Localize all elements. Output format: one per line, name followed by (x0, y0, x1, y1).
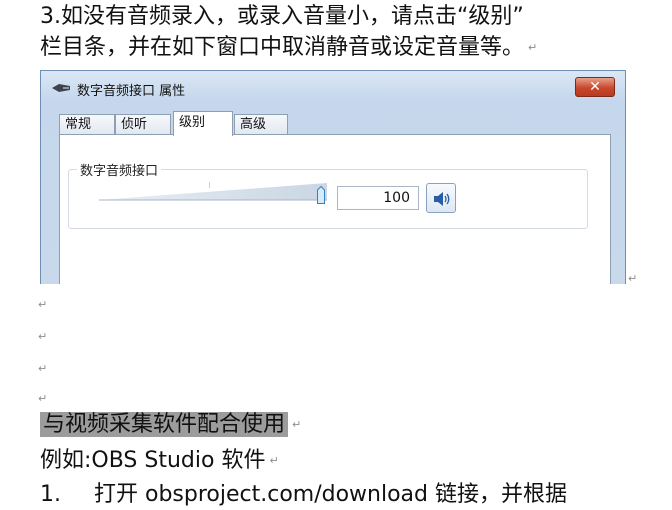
levels-panel: 数字音频接口 100 (59, 134, 611, 284)
tab-general[interactable]: 常规 (59, 114, 115, 134)
mute-button[interactable] (426, 183, 456, 213)
dialog-title: 数字音频接口 属性 (77, 84, 186, 99)
doc-step1-line: 1. 打开 obsproject.com/download 链接，并根据 (40, 480, 567, 510)
tab-listen[interactable]: 侦听 (115, 114, 171, 134)
slider-tick (209, 182, 210, 188)
doc-line-1: 3.如没有音频录入，或录入音量小，请点击“级别” (40, 2, 524, 32)
group-label: 数字音频接口 (77, 160, 162, 179)
doc-heading-line: 与视频采集软件配合使用 ↵ (40, 410, 301, 440)
tab-levels[interactable]: 级别 (173, 111, 233, 136)
doc-example-text: 例如:OBS Studio 软件 (40, 448, 266, 473)
highlighted-heading: 与视频采集软件配合使用 (40, 412, 289, 437)
doc-line-2: 栏目条，并在如下窗口中取消静音或设定音量等。 ↵ (40, 33, 537, 63)
tab-levels-label: 级别 (179, 115, 206, 130)
device-level-group: 数字音频接口 100 (68, 160, 588, 229)
volume-value-input[interactable]: 100 (337, 186, 419, 210)
audio-device-icon (52, 84, 70, 92)
paragraph-mark-icon: ↵ (38, 330, 48, 343)
paragraph-mark-icon: ↵ (628, 272, 638, 285)
paragraph-mark-icon: ↵ (38, 392, 48, 405)
tab-listen-label: 侦听 (121, 117, 148, 132)
doc-line-2-text: 栏目条，并在如下窗口中取消静音或设定音量等。 (40, 35, 525, 60)
paragraph-mark-icon: ↵ (292, 418, 302, 431)
close-icon: ✕ (589, 79, 601, 95)
tab-advanced-label: 高级 (240, 117, 267, 132)
paragraph-mark-icon: ↵ (269, 454, 279, 467)
volume-slider-track[interactable] (99, 183, 327, 202)
doc-line-1-text: 3.如没有音频录入，或录入音量小，请点击“级别” (40, 4, 524, 29)
paragraph-mark-icon: ↵ (38, 362, 48, 375)
close-button[interactable]: ✕ (575, 77, 615, 97)
doc-example-line: 例如:OBS Studio 软件 ↵ (40, 446, 279, 476)
paragraph-mark-icon: ↵ (38, 298, 48, 311)
tab-general-label: 常规 (65, 117, 92, 132)
volume-slider-thumb[interactable] (317, 186, 325, 204)
properties-dialog: 数字音频接口 属性 ✕ 常规 侦听 级别 高级 数字音频接口 100 (40, 70, 626, 284)
dialog-titlebar[interactable]: 数字音频接口 属性 ✕ (41, 71, 625, 105)
step-number: 1. (40, 482, 61, 507)
paragraph-mark-icon: ↵ (528, 41, 538, 54)
step-text: 打开 obsproject.com/download 链接，并根据 (94, 482, 568, 507)
tab-advanced[interactable]: 高级 (234, 114, 288, 134)
speaker-icon (434, 192, 450, 206)
